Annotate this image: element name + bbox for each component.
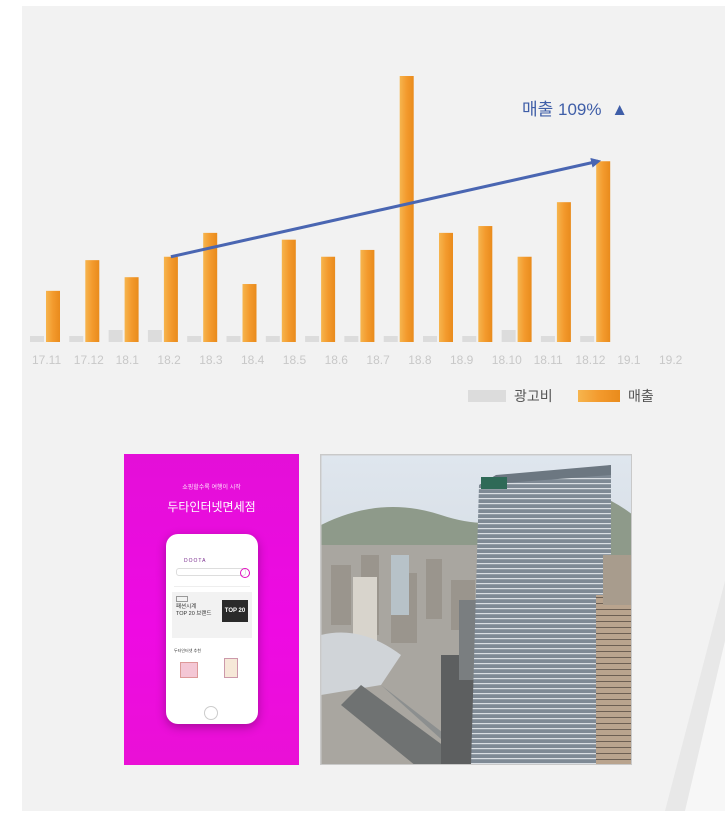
decorative-stripe [665,581,725,811]
sales-bar-18.6 [321,256,336,342]
sales-bar-18.12 [556,202,571,342]
ad-bar-18.7 [344,336,359,342]
phone-home-button [204,706,218,720]
x-axis-ticks: 17.11 17.12 18.1 18.2 18.3 18.4 18.5 18.6 18.7 18… [32,353,683,367]
banner-text: 패션시계 TOP 20 브랜드 [176,604,212,617]
ad-bar-17.12 [69,336,84,342]
ad-bar-18.11 [501,330,516,342]
city-building-photo [320,454,632,765]
sales-bar-18.9 [439,232,453,342]
ad-bar-18.2 [147,330,162,342]
phone-section-label: 두타인터넷 추천 [174,648,201,653]
phone-banner: 패션시계 TOP 20 브랜드 TOP 20 [172,592,252,638]
ad-bar-19.1 [580,336,595,342]
sales-bar-18.11 [517,256,532,342]
x-tick-label: 18.9 [450,353,474,367]
sales-bar-18.10 [478,226,493,342]
legend-swatch-sales [578,390,620,402]
x-tick-label: 19.2 [659,353,683,367]
product-thumb-bottle [224,658,238,678]
ad-bar-18.10 [462,336,477,342]
x-tick-label: 18.6 [325,353,349,367]
promo-title: 두타인터넷면세점 [167,500,256,514]
promo-subtitle: 쇼핑할수록 여행이 시작 [182,485,241,491]
phone-search-bar [176,568,246,576]
trend-arrow [170,157,602,259]
app-logo: DOOTA [184,558,207,564]
x-tick-label: 17.12 [74,353,104,367]
duty-free-app-promo-image: 쇼핑할수록 여행이 시작 두타인터넷면세점 DOOTA 패션시계 TOP 20 … [124,454,299,765]
x-tick-label: 18.10 [492,353,522,367]
ad-spend-bars [30,330,595,342]
legend-label-sales: 매출 [628,388,654,404]
x-tick-label: 18.12 [575,353,605,367]
sales-bar-19.1 [596,161,611,342]
city-skyline-illustration [321,455,631,764]
banner-tag [176,596,188,602]
x-tick-label: 18.8 [408,353,432,367]
ad-bar-18.3 [187,336,202,342]
sales-bar-18.5 [281,239,296,342]
x-tick-label: 17.11 [32,353,61,367]
sales-bar-17.11 [46,290,60,342]
x-tick-label: 18.4 [241,353,265,367]
ad-bar-18.8 [383,336,398,342]
growth-annotation: 매출 109% ▲ [522,100,628,119]
phone-tabs [174,582,250,587]
sales-bar-18.8 [399,76,414,342]
x-tick-label: 18.2 [157,353,181,367]
x-tick-label: 18.7 [366,353,390,367]
x-tick-label: 19.1 [617,353,641,367]
ad-bar-18.9 [423,336,437,342]
ad-bar-18.1 [108,330,123,342]
ad-bar-17.11 [30,336,44,342]
sales-bar-18.2 [163,256,178,342]
sales-bar-17.12 [85,260,100,342]
ad-bar-18.4 [226,336,241,342]
sales-bar-18.4 [242,284,257,342]
x-tick-label: 18.5 [283,353,307,367]
sales-bar-18.1 [124,277,139,342]
legend: 광고비 매출 [468,388,654,404]
phone-mockup: DOOTA 패션시계 TOP 20 브랜드 TOP 20 두타인터넷 추천 [166,534,258,724]
ad-bar-18.12 [540,336,555,342]
sales-bar-18.7 [360,249,375,342]
banner-badge: TOP 20 [222,600,248,622]
product-thumb-perfume [180,662,198,678]
x-tick-label: 18.11 [534,353,563,367]
legend-label-ad: 광고비 [514,388,553,404]
ad-bar-18.6 [305,336,320,342]
ad-bar-18.5 [265,336,280,342]
x-tick-label: 18.1 [116,353,140,367]
x-tick-label: 18.3 [199,353,223,367]
phone-search-icon [240,568,250,578]
sales-chart: 17.11 17.12 18.1 18.2 18.3 18.4 18.5 18.6 18.7 18… [30,76,683,404]
legend-swatch-ad [468,390,506,402]
